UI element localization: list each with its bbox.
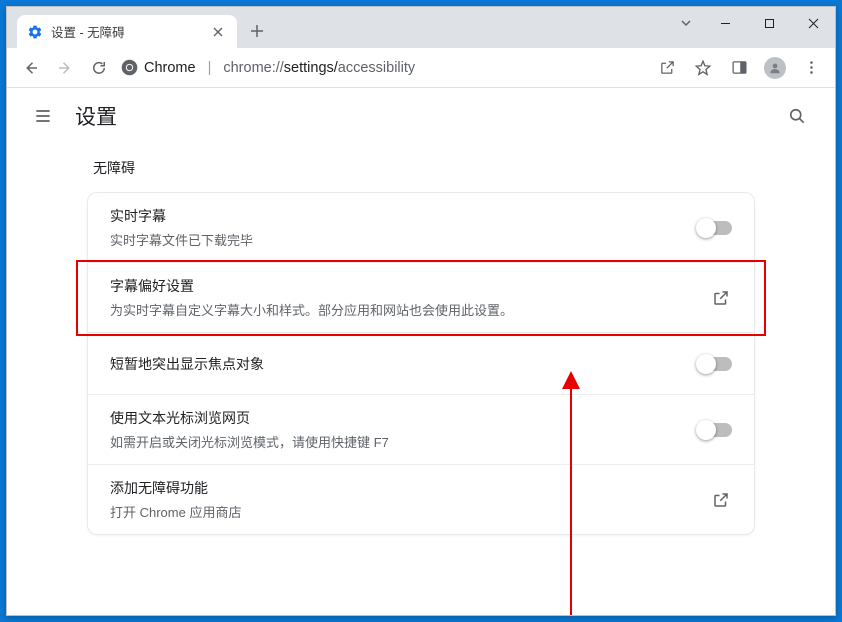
browser-window: 设置 - 无障碍: [6, 6, 836, 616]
maximize-button[interactable]: [747, 8, 791, 38]
minimize-button[interactable]: [703, 8, 747, 38]
settings-row: 短暂地突出显示焦点对象: [88, 333, 754, 395]
row-title: 使用文本光标浏览网页: [110, 408, 698, 428]
url-separator: |: [208, 60, 212, 76]
row-subtitle: 为实时字幕自定义字幕大小和样式。部分应用和网站也会使用此设置。: [110, 300, 710, 319]
settings-row[interactable]: 字幕偏好设置为实时字幕自定义字幕大小和样式。部分应用和网站也会使用此设置。: [88, 263, 754, 333]
close-tab-icon[interactable]: [209, 23, 227, 41]
page-header: 设置: [7, 88, 835, 144]
menu-button[interactable]: [795, 53, 827, 83]
annotation-arrow-line: [570, 386, 572, 615]
settings-card: 实时字幕实时字幕文件已下载完毕字幕偏好设置为实时字幕自定义字幕大小和样式。部分应…: [87, 192, 755, 535]
chrome-icon: [121, 59, 138, 76]
share-button[interactable]: [651, 53, 683, 83]
tab-title: 设置 - 无障碍: [51, 22, 209, 41]
bookmark-button[interactable]: [687, 53, 719, 83]
search-settings-button[interactable]: [781, 100, 813, 132]
row-subtitle: 实时字幕文件已下载完毕: [110, 230, 698, 249]
avatar-icon: [764, 57, 786, 79]
row-title: 短暂地突出显示焦点对象: [110, 354, 698, 374]
row-texts: 使用文本光标浏览网页如需开启或关闭光标浏览模式，请使用快捷键 F7: [110, 408, 698, 451]
new-tab-button[interactable]: [243, 17, 271, 45]
browser-tab[interactable]: 设置 - 无障碍: [17, 15, 237, 48]
reload-button[interactable]: [83, 52, 115, 84]
window-controls: [669, 7, 835, 39]
row-title: 添加无障碍功能: [110, 478, 710, 498]
page-title: 设置: [75, 101, 117, 131]
profile-button[interactable]: [759, 53, 791, 83]
settings-row: 使用文本光标浏览网页如需开启或关闭光标浏览模式，请使用快捷键 F7: [88, 395, 754, 465]
row-texts: 添加无障碍功能打开 Chrome 应用商店: [110, 478, 710, 521]
titlebar: 设置 - 无障碍: [7, 7, 835, 48]
close-window-button[interactable]: [791, 8, 835, 38]
forward-button[interactable]: [49, 52, 81, 84]
settings-row[interactable]: 添加无障碍功能打开 Chrome 应用商店: [88, 465, 754, 534]
section-label: 无障碍: [93, 158, 755, 178]
external-link-icon: [710, 287, 732, 309]
toggle-switch[interactable]: [698, 221, 732, 235]
row-title: 字幕偏好设置: [110, 276, 710, 296]
accessibility-section: 无障碍 实时字幕实时字幕文件已下载完毕字幕偏好设置为实时字幕自定义字幕大小和样式…: [87, 158, 755, 535]
browser-toolbar: Chrome | chrome://settings/accessibility: [7, 48, 835, 88]
toggle-switch[interactable]: [698, 357, 732, 371]
row-title: 实时字幕: [110, 206, 698, 226]
url-origin: Chrome: [144, 60, 196, 76]
toggle-switch[interactable]: [698, 423, 732, 437]
address-bar[interactable]: Chrome | chrome://settings/accessibility: [117, 53, 649, 83]
gear-icon: [27, 24, 43, 40]
row-texts: 字幕偏好设置为实时字幕自定义字幕大小和样式。部分应用和网站也会使用此设置。: [110, 276, 710, 319]
row-subtitle: 如需开启或关闭光标浏览模式，请使用快捷键 F7: [110, 432, 698, 451]
row-subtitle: 打开 Chrome 应用商店: [110, 502, 710, 521]
row-texts: 短暂地突出显示焦点对象: [110, 354, 698, 374]
settings-page: 设置 无障碍 实时字幕实时字幕文件已下载完毕字幕偏好设置为实时字幕自定义字幕大小…: [7, 88, 835, 615]
settings-row: 实时字幕实时字幕文件已下载完毕: [88, 193, 754, 263]
back-button[interactable]: [15, 52, 47, 84]
annotation-arrow-head: [562, 371, 580, 389]
row-texts: 实时字幕实时字幕文件已下载完毕: [110, 206, 698, 249]
side-panel-button[interactable]: [723, 53, 755, 83]
hamburger-menu-button[interactable]: [29, 102, 57, 130]
url-path: chrome://settings/accessibility: [223, 60, 415, 76]
external-link-icon: [710, 489, 732, 511]
tab-search-button[interactable]: [669, 17, 703, 29]
